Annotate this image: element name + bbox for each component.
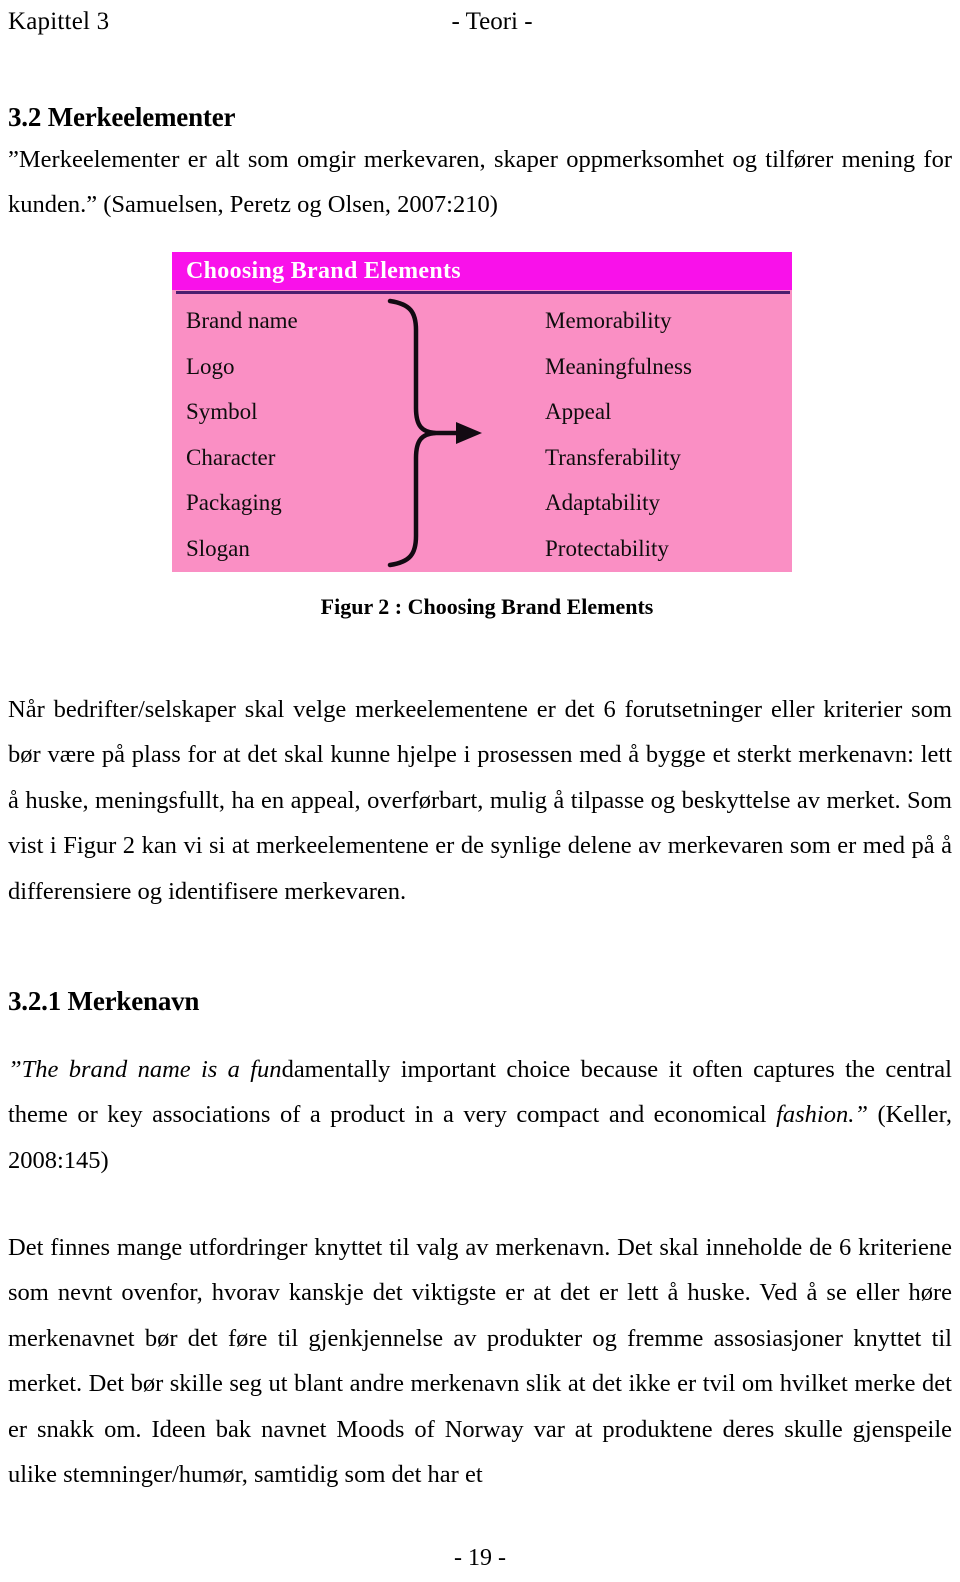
paragraph-merkenavn-discussion: Det finnes mange utfordringer knyttet ti… bbox=[8, 1233, 952, 1489]
figure-left-item: Character bbox=[186, 444, 276, 470]
paragraph-intro-quote: ”Merkeelementer er alt som omgir merkeva… bbox=[8, 145, 952, 219]
quote-italic-opening: ”The brand name is a fun bbox=[8, 1055, 282, 1083]
figure-left-item: Slogan bbox=[186, 535, 250, 561]
page-number: - 19 - bbox=[454, 1545, 506, 1571]
figure-left-item: Packaging bbox=[186, 490, 282, 515]
paragraph-brand-elements-criteria: Når bedrifter/selskaper skal velge merke… bbox=[8, 695, 952, 905]
figure-title-rule bbox=[176, 291, 790, 294]
figure-left-item: Brand name bbox=[186, 308, 298, 333]
figure-right-item: Adaptability bbox=[545, 490, 660, 515]
figure-box: Choosing Brand Elements Brand name Logo … bbox=[172, 252, 792, 572]
heading-section-3-2: 3.2 Merkeelementer bbox=[8, 102, 236, 133]
quote-italic-closing: fashion.” bbox=[776, 1101, 868, 1128]
figure-right-item: Memorability bbox=[545, 308, 672, 333]
figure-left-item: Logo bbox=[186, 353, 235, 379]
figure-left-column: Brand name Logo Symbol Character Packagi… bbox=[186, 298, 416, 571]
figure-right-column: Memorability Meaningfulness Appeal Trans… bbox=[545, 298, 785, 571]
figure-title: Choosing Brand Elements bbox=[186, 258, 461, 284]
running-title: - Teori - bbox=[451, 8, 533, 35]
heading-section-3-2-1: 3.2.1 Merkenavn bbox=[8, 986, 200, 1017]
figure-caption: Figur 2 : Choosing Brand Elements bbox=[320, 594, 654, 619]
figure-right-item: Appeal bbox=[545, 399, 612, 424]
page-running-header: Kapittel 3 - Teori - bbox=[0, 6, 960, 40]
paragraph-keller-quote: ”The brand name is a fundamentally impor… bbox=[8, 1047, 952, 1184]
figure-right-item: Protectability bbox=[545, 535, 669, 561]
figure-right-item: Transferability bbox=[545, 444, 681, 470]
figure-left-item: Symbol bbox=[186, 399, 258, 424]
figure-right-item: Meaningfulness bbox=[545, 353, 692, 379]
figure-title-bar: Choosing Brand Elements bbox=[172, 252, 792, 290]
